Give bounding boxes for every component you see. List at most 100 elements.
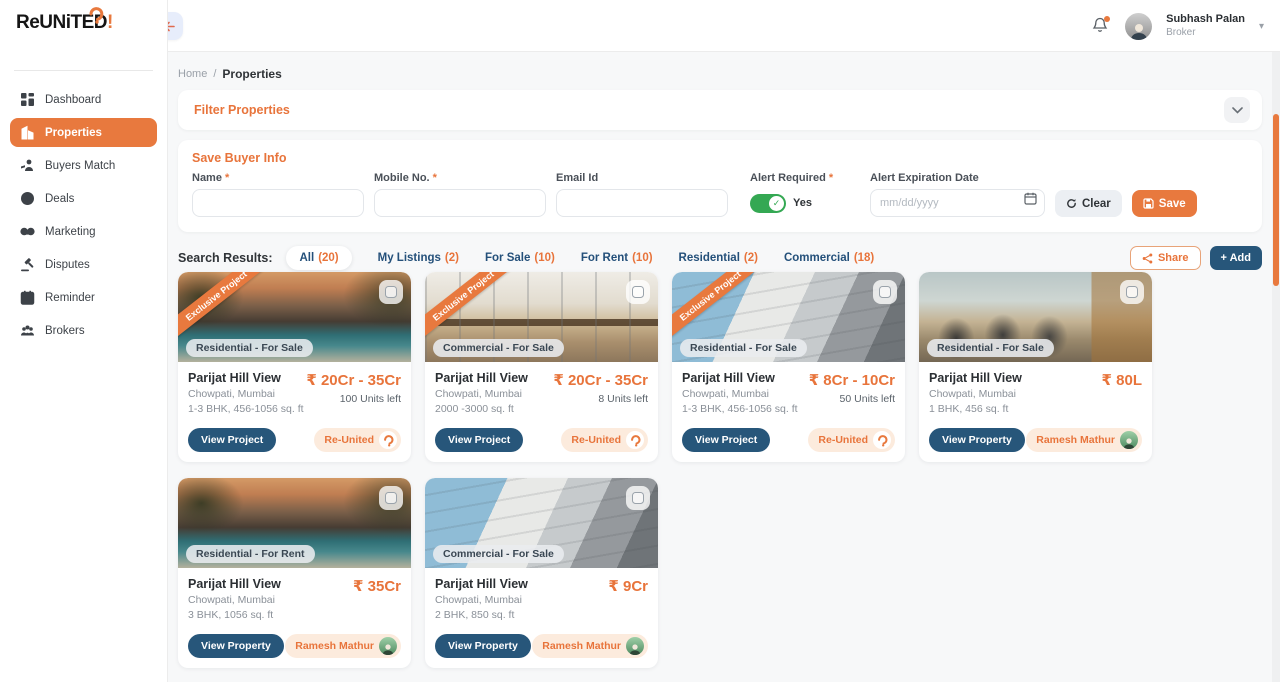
property-location: Chowpati, Mumbai (435, 388, 528, 400)
app-root: ReUNiTED! Dashboard Properties Buyers Ma… (0, 0, 1280, 682)
property-location: Chowpati, Mumbai (682, 388, 798, 400)
card-checkbox[interactable] (379, 280, 403, 304)
view-project-button[interactable]: View Project (435, 428, 523, 452)
people-group-icon (20, 323, 35, 338)
card-checkbox[interactable] (379, 486, 403, 510)
share-button-label: Share (1158, 252, 1189, 264)
property-image-villa: Exclusive Project Residential - For Sale (178, 272, 411, 362)
re-united-pill[interactable]: Re-United (561, 428, 648, 452)
property-location: Chowpati, Mumbai (188, 594, 281, 606)
view-property-button[interactable]: View Property (929, 428, 1025, 452)
property-price: ₹ 8Cr - 10Cr (809, 371, 895, 389)
scrollbar-thumb[interactable] (1273, 114, 1279, 286)
tab-my-listings[interactable]: My Listings(2) (378, 252, 459, 264)
sidebar: ReUNiTED! Dashboard Properties Buyers Ma… (0, 0, 168, 682)
property-spec: 2000 -3000 sq. ft (435, 403, 528, 415)
search-results-bar: Search Results: All(20) My Listings(2) F… (178, 244, 1262, 272)
clear-button[interactable]: Clear (1055, 190, 1122, 217)
filter-expand-button[interactable] (1224, 97, 1250, 123)
user-avatar[interactable] (1125, 13, 1152, 40)
brand-logo: ReUNiTED! (0, 0, 167, 62)
property-spec: 2 BHK, 850 sq. ft (435, 609, 528, 621)
property-spec: 1-3 BHK, 456-1056 sq. ft (682, 403, 798, 415)
property-title: Parijat Hill View (929, 371, 1022, 385)
sidebar-item-label: Dashboard (45, 94, 101, 106)
tab-for-rent[interactable]: For Rent(10) (581, 252, 653, 264)
broker-pill[interactable]: Ramesh Mathur (285, 634, 401, 658)
view-project-button[interactable]: View Project (682, 428, 770, 452)
save-button[interactable]: Save (1132, 190, 1197, 217)
broker-name: Ramesh Mathur (542, 640, 621, 652)
add-button[interactable]: + Add (1210, 246, 1262, 270)
sidebar-item-properties[interactable]: Properties (10, 118, 157, 147)
chevron-down-icon[interactable]: ▾ (1259, 21, 1264, 32)
clear-button-label: Clear (1082, 198, 1111, 210)
property-card[interactable]: Exclusive Project Residential - For Sale… (178, 272, 411, 462)
broker-pill[interactable]: Ramesh Mathur (1026, 428, 1142, 452)
re-united-pill[interactable]: Re-United (808, 428, 895, 452)
property-card[interactable]: Exclusive Project Residential - For Sale… (672, 272, 905, 462)
breadcrumb-home[interactable]: Home (178, 68, 207, 80)
property-image-building: Exclusive Project Residential - For Sale (672, 272, 905, 362)
property-type-tag: Commercial - For Sale (433, 545, 564, 563)
tab-residential[interactable]: Residential(2) (679, 252, 758, 264)
email-input[interactable] (556, 189, 728, 217)
property-type-tag: Commercial - For Sale (433, 339, 564, 357)
property-location: Chowpati, Mumbai (188, 388, 304, 400)
property-card[interactable]: Residential - For Rent Parijat Hill View… (178, 478, 411, 668)
sidebar-item-marketing[interactable]: Marketing (10, 217, 157, 246)
sidebar-item-dashboard[interactable]: Dashboard (10, 85, 157, 114)
re-united-pill[interactable]: Re-United (314, 428, 401, 452)
card-checkbox[interactable] (626, 486, 650, 510)
required-asterisk: * (829, 172, 833, 184)
add-button-label: + Add (1221, 252, 1251, 264)
property-title: Parijat Hill View (435, 577, 528, 591)
property-image-office: Residential - For Sale (919, 272, 1152, 362)
view-property-button[interactable]: View Property (435, 634, 531, 658)
sidebar-item-brokers[interactable]: Brokers (10, 316, 157, 345)
property-units-left: 50 Units left (809, 393, 895, 405)
alert-expiration-date-input[interactable] (870, 189, 1045, 217)
broker-name: Ramesh Mathur (295, 640, 374, 652)
tab-for-sale[interactable]: For Sale(10) (485, 252, 555, 264)
view-property-button[interactable]: View Property (188, 634, 284, 658)
card-checkbox[interactable] (1120, 280, 1144, 304)
property-type-tag: Residential - For Sale (927, 339, 1054, 357)
property-spec: 3 BHK, 1056 sq. ft (188, 609, 281, 621)
share-icon (1142, 253, 1153, 264)
sidebar-item-label: Reminder (45, 292, 95, 304)
calendar-icon[interactable] (1024, 192, 1037, 210)
property-price: ₹ 80L (1102, 371, 1142, 389)
property-title: Parijat Hill View (435, 371, 528, 385)
share-button[interactable]: Share (1130, 246, 1201, 270)
scrollbar-track[interactable] (1272, 52, 1280, 682)
top-header: Subhash Palan Broker ▾ (168, 0, 1280, 52)
brand-swirl-icon (88, 6, 104, 29)
tab-commercial[interactable]: Commercial(18) (784, 252, 874, 264)
name-field-group: Name * (192, 172, 364, 217)
mobile-input[interactable] (374, 189, 546, 217)
name-input[interactable] (192, 189, 364, 217)
results-filter-tabs: All(20) My Listings(2) For Sale(10) For … (286, 246, 874, 270)
notification-bell-icon[interactable] (1091, 16, 1111, 36)
search-results-heading: Search Results: (178, 251, 272, 265)
building-icon (20, 125, 35, 140)
property-card[interactable]: Commercial - For Sale Parijat Hill View … (425, 478, 658, 668)
card-checkbox[interactable] (626, 280, 650, 304)
property-price: ₹ 9Cr (608, 577, 648, 595)
view-project-button[interactable]: View Project (188, 428, 276, 452)
alert-required-toggle[interactable]: ✓ (750, 194, 786, 213)
property-card[interactable]: Exclusive Project Commercial - For Sale … (425, 272, 658, 462)
sidebar-item-disputes[interactable]: Disputes (10, 250, 157, 279)
property-card[interactable]: Residential - For Sale Parijat Hill View… (919, 272, 1152, 462)
gavel-icon (20, 257, 35, 272)
sidebar-item-buyers-match[interactable]: Buyers Match (10, 151, 157, 180)
brand-logo-exclaim: ! (107, 12, 113, 33)
tab-all[interactable]: All(20) (286, 246, 351, 270)
sidebar-item-deals[interactable]: $ Deals (10, 184, 157, 213)
sidebar-item-reminder[interactable]: Reminder (10, 283, 157, 312)
broker-pill[interactable]: Ramesh Mathur (532, 634, 648, 658)
property-title: Parijat Hill View (682, 371, 798, 385)
user-meta: Subhash Palan Broker (1166, 13, 1245, 39)
card-checkbox[interactable] (873, 280, 897, 304)
